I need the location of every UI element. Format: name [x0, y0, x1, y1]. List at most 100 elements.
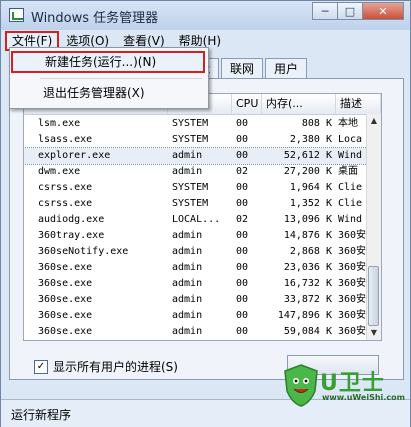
table-row[interactable]: 360se.exe admin 00 33,872 K 360安: [24, 292, 367, 308]
show-all-users-checkbox[interactable]: ✓: [34, 359, 48, 374]
process-rows: lsm.exe SYSTEM 00 808 K 本地 lsass.exe SYSTEM 00 2…: [24, 116, 368, 340]
process-name-cell: lsass.exe: [38, 134, 93, 145]
process-cpu-cell: 00: [236, 278, 249, 289]
process-memory-cell: 2,380 K: [289, 134, 332, 145]
close-button[interactable]: ✕: [362, 2, 404, 20]
show-all-users-label: 显示所有用户的进程(S): [53, 360, 178, 374]
tab-network[interactable]: 联网: [221, 58, 264, 78]
table-row[interactable]: lsm.exe SYSTEM 00 808 K 本地: [24, 116, 367, 132]
process-memory-cell: 27,200 K: [283, 166, 332, 177]
status-text: 运行新程序: [11, 408, 72, 422]
column-header-cpu[interactable]: CPU: [232, 94, 262, 114]
process-cpu-cell: 00: [236, 118, 249, 129]
shield-mascot-icon: [284, 364, 318, 407]
process-user-cell: admin: [172, 310, 203, 321]
table-row[interactable]: explorer.exe admin 00 52,612 K Wind: [24, 147, 368, 165]
process-name-cell: explorer.exe: [38, 150, 111, 161]
file-menu-dropdown: 新建任务(运行...)(N) 退出任务管理器(X): [9, 47, 209, 109]
window-title: Windows 任务管理器: [31, 11, 159, 26]
process-name-cell: 360se.exe: [38, 262, 93, 273]
process-cpu-cell: 00: [236, 134, 249, 145]
menu-item-exit[interactable]: 退出任务管理器(X): [11, 82, 205, 104]
process-user-cell: admin: [172, 326, 203, 337]
caption-buttons: ─ □ ✕: [312, 2, 404, 20]
title-bar[interactable]: Windows 任务管理器 ─ □ ✕: [1, 1, 410, 30]
table-row[interactable]: 360se.exe admin 00 23,036 K 360安: [24, 260, 367, 276]
column-header-description[interactable]: 描述: [336, 94, 381, 114]
process-user-cell: admin: [172, 246, 203, 257]
menu-item-new-task[interactable]: 新建任务(运行...)(N): [11, 51, 205, 73]
table-row[interactable]: 360se.exe admin 00 16,732 K 360安: [24, 276, 367, 292]
process-memory-cell: 147,896 K: [277, 310, 332, 321]
scroll-down-arrow-icon[interactable]: ▼: [369, 328, 379, 338]
process-user-cell: admin: [172, 166, 203, 177]
scroll-up-arrow-icon[interactable]: ▲: [369, 116, 379, 126]
watermark-logo: U卫士 www.uWeiShi.com: [278, 361, 408, 413]
process-name-cell: dwm.exe: [38, 166, 81, 177]
process-memory-cell: 52,612 K: [283, 150, 332, 161]
table-row[interactable]: dwm.exe admin 02 27,200 K 桌面: [24, 164, 367, 180]
process-cpu-cell: 00: [236, 182, 249, 193]
process-name-cell: csrss.exe: [38, 198, 93, 209]
scrollbar-thumb[interactable]: [368, 266, 379, 326]
process-user-cell: SYSTEM: [172, 198, 209, 209]
process-user-cell: SYSTEM: [172, 182, 209, 193]
table-row[interactable]: audiodg.exe LOCAL... 02 13,096 K Wind: [24, 212, 367, 228]
table-row[interactable]: csrss.exe SYSTEM 00 1,352 K Clie: [24, 196, 367, 212]
process-cpu-cell: 00: [236, 294, 249, 305]
process-user-cell: SYSTEM: [172, 118, 209, 129]
process-cpu-cell: 00: [236, 198, 249, 209]
process-memory-cell: 1,964 K: [289, 182, 332, 193]
process-user-cell: admin: [172, 230, 203, 241]
process-memory-cell: 2,868 K: [289, 246, 332, 257]
process-name-cell: 360seNotify.exe: [38, 246, 129, 257]
process-memory-cell: 808 K: [301, 118, 332, 129]
process-memory-cell: 16,732 K: [283, 278, 332, 289]
process-name-cell: 360se.exe: [38, 294, 93, 305]
process-name-cell: 360se.exe: [38, 310, 93, 321]
process-cpu-cell: 00: [236, 150, 249, 161]
process-cpu-cell: 00: [236, 262, 249, 273]
process-cpu-cell: 02: [236, 166, 249, 177]
table-row[interactable]: lsass.exe SYSTEM 00 2,380 K Loca: [24, 132, 367, 148]
maximize-button[interactable]: □: [337, 2, 363, 20]
process-name-cell: 360se.exe: [38, 278, 93, 289]
menu-separator: [40, 78, 202, 79]
tab-users[interactable]: 用户: [265, 58, 308, 78]
process-name-cell: audiodg.exe: [38, 214, 105, 225]
process-memory-cell: 33,872 K: [283, 294, 332, 305]
show-all-users-option[interactable]: ✓ 显示所有用户的进程(S): [34, 358, 178, 375]
process-memory-cell: 14,876 K: [283, 230, 332, 241]
process-cpu-cell: 00: [236, 310, 249, 321]
process-cpu-cell: 00: [236, 230, 249, 241]
process-memory-cell: 1,352 K: [289, 198, 332, 209]
column-header-memory[interactable]: 内存(...: [262, 94, 336, 114]
process-user-cell: admin: [172, 294, 203, 305]
table-row[interactable]: 360se.exe admin 00 59,084 K 360安: [24, 324, 367, 340]
process-user-cell: admin: [172, 150, 203, 161]
process-memory-cell: 23,036 K: [283, 262, 332, 273]
process-memory-cell: 59,084 K: [283, 326, 332, 337]
process-user-cell: admin: [172, 262, 203, 273]
task-manager-window: Windows 任务管理器 ─ □ ✕ 文件(F) 选项(O) 查看(V) 帮助…: [0, 0, 411, 427]
watermark-url: www.uWeiShi.com: [322, 393, 405, 402]
process-name-cell: csrss.exe: [38, 182, 93, 193]
process-cpu-cell: 00: [236, 326, 249, 337]
process-cpu-cell: 02: [236, 214, 249, 225]
table-row[interactable]: 360tray.exe admin 00 14,876 K 360安: [24, 228, 367, 244]
table-row[interactable]: 360seNotify.exe admin 00 2,868 K 360安: [24, 244, 367, 260]
process-cpu-cell: 00: [236, 246, 249, 257]
process-name-cell: lsm.exe: [38, 118, 81, 129]
process-user-cell: admin: [172, 278, 203, 289]
table-row[interactable]: 360se.exe admin 00 147,896 K 360安: [24, 308, 367, 324]
minimize-button[interactable]: ─: [312, 2, 338, 20]
task-manager-app-icon: [9, 8, 24, 22]
vertical-scrollbar[interactable]: ▲ ▼: [366, 114, 381, 340]
table-row[interactable]: csrss.exe SYSTEM 00 1,964 K Clie: [24, 180, 367, 196]
process-name-cell: 360tray.exe: [38, 230, 105, 241]
process-user-cell: LOCAL...: [172, 214, 221, 225]
process-name-cell: 360se.exe: [38, 326, 93, 337]
process-memory-cell: 13,096 K: [283, 214, 332, 225]
process-list[interactable]: 映像名称 用户名 CPU 内存(... 描述 lsm.exeSYSTEM0080…: [23, 93, 382, 341]
process-user-cell: SYSTEM: [172, 134, 209, 145]
